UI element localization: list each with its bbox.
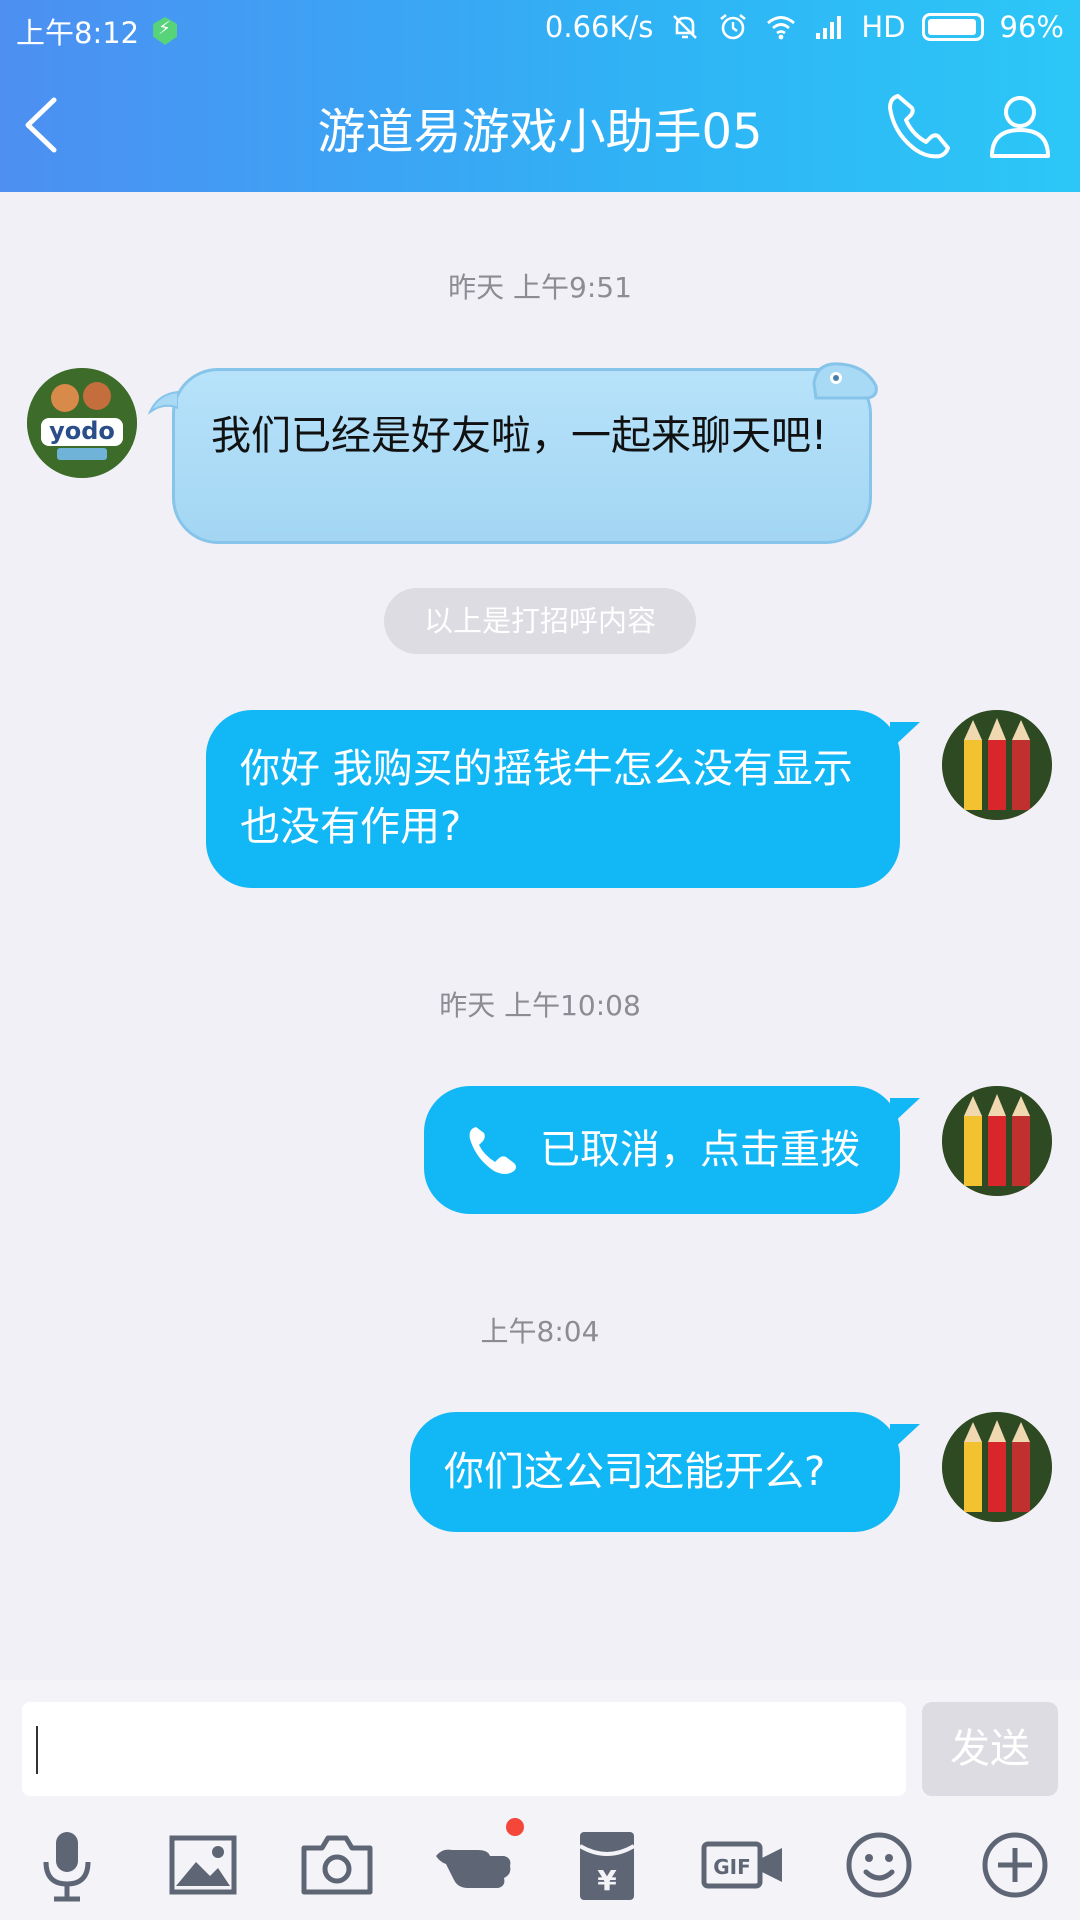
poke-icon[interactable] (428, 1820, 518, 1910)
timestamp: 昨天 上午10:08 (439, 989, 641, 1022)
composer: 发送 ¥ GIF (0, 1680, 1080, 1920)
header: 上午8:12 0.66K/s (0, 0, 1080, 192)
call-redial-bubble[interactable]: 已取消，点击重拨 (424, 1086, 900, 1214)
pencils-avatar-image (942, 1412, 1052, 1522)
battery-level: 96% (999, 10, 1064, 44)
battery-icon (921, 13, 984, 41)
phone-icon (469, 1127, 516, 1174)
phone-call-icon[interactable] (880, 86, 960, 166)
alarm-icon (720, 13, 747, 40)
text-caret (36, 1726, 38, 1774)
yodo-games-logo: yodo (27, 368, 137, 478)
my-avatar[interactable] (942, 1086, 1052, 1196)
status-time: 上午8:12 (16, 16, 140, 50)
camera-icon[interactable] (292, 1820, 382, 1910)
svg-text:¥: ¥ (597, 1864, 617, 1897)
incoming-bubble-tail (148, 390, 178, 415)
contact-avatar[interactable]: yodo (27, 368, 137, 478)
send-button[interactable]: 发送 (922, 1702, 1058, 1796)
emoji-icon[interactable] (834, 1820, 924, 1910)
red-packet-icon[interactable]: ¥ (562, 1820, 652, 1910)
bubble-whale-decoration-icon (812, 362, 878, 400)
network-type: HD (861, 10, 906, 44)
message-text: 你好 我购买的摇钱牛怎么没有显示也没有作用? (240, 746, 853, 850)
outgoing-bubble-tail (890, 722, 920, 750)
pencils-avatar-image (942, 1086, 1052, 1196)
network-speed: 0.66K/s (544, 10, 654, 44)
outgoing-message-bubble[interactable]: 你们这公司还能开么? (410, 1412, 900, 1532)
signal-icon (816, 16, 842, 39)
outgoing-message-bubble[interactable]: 你好 我购买的摇钱牛怎么没有显示也没有作用? (206, 710, 900, 888)
greeting-divider-pill: 以上是打招呼内容 (384, 588, 696, 654)
mic-icon[interactable] (22, 1820, 112, 1910)
message-input[interactable] (22, 1702, 906, 1796)
profile-icon[interactable] (980, 86, 1060, 166)
svg-text:GIF: GIF (713, 1855, 751, 1879)
my-avatar[interactable] (942, 1412, 1052, 1522)
pencils-avatar-image (942, 710, 1052, 820)
notification-dot (506, 1818, 524, 1836)
status-bar: 上午8:12 0.66K/s (0, 0, 1080, 56)
timestamp: 上午8:04 (480, 1315, 600, 1348)
mute-bell-icon (673, 15, 698, 39)
my-avatar[interactable] (942, 710, 1052, 820)
gif-icon[interactable]: GIF (698, 1820, 788, 1910)
timestamp: 昨天 上午9:51 (448, 271, 632, 304)
plus-icon[interactable] (970, 1820, 1060, 1910)
wifi-icon (767, 16, 796, 40)
image-icon[interactable] (158, 1820, 248, 1910)
call-status-text: 已取消，点击重拨 (540, 1127, 860, 1173)
svg-text:yodo: yodo (49, 417, 115, 445)
title-bar: 游道易游戏小助手05 (0, 56, 1080, 192)
security-shield-icon (153, 17, 178, 45)
greeting-message-text: 我们已经是好友啦，一起来聊天吧! (211, 413, 828, 459)
message-text: 你们这公司还能开么? (444, 1449, 826, 1495)
composer-toolbar: ¥ GIF (0, 1818, 1080, 1920)
incoming-message-bubble[interactable]: 我们已经是好友啦，一起来聊天吧! (172, 368, 872, 544)
